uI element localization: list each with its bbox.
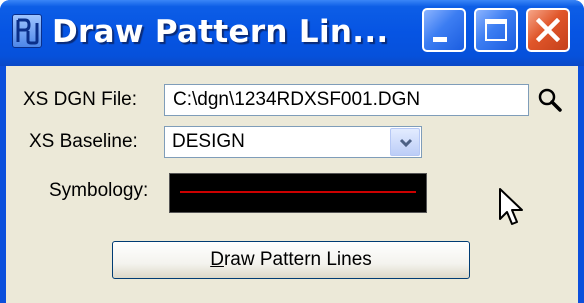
minimize-icon xyxy=(433,37,447,42)
window-title: Draw Pattern Lin... xyxy=(52,14,389,50)
minimize-button[interactable] xyxy=(422,8,466,52)
dropdown-button[interactable] xyxy=(390,128,420,156)
xs-baseline-select[interactable]: DESIGN xyxy=(164,126,422,158)
chevron-down-icon xyxy=(399,138,413,148)
button-accelerator: D xyxy=(210,249,224,270)
close-icon xyxy=(536,18,560,42)
xs-baseline-label: XS Baseline: xyxy=(29,131,138,152)
app-icon xyxy=(12,14,42,48)
maximize-button[interactable] xyxy=(474,8,518,52)
xs-dgn-file-label: XS DGN File: xyxy=(23,89,138,110)
symbology-line-preview xyxy=(180,191,416,193)
search-icon xyxy=(538,88,562,112)
dialog-window: Draw Pattern Lin... XS DGN File: XS Base… xyxy=(0,0,584,303)
mouse-pointer-icon xyxy=(499,188,523,225)
xs-dgn-file-input[interactable] xyxy=(164,84,529,116)
draw-pattern-lines-button[interactable]: Draw Pattern Lines xyxy=(112,241,470,279)
button-label: raw Pattern Lines xyxy=(223,249,372,270)
close-button[interactable] xyxy=(526,8,570,52)
dialog-body: XS DGN File: XS Baseline: DESIGN Symbolo… xyxy=(6,66,578,303)
maximize-icon xyxy=(485,19,507,41)
xs-baseline-value: DESIGN xyxy=(172,131,245,152)
browse-button[interactable] xyxy=(536,86,564,114)
title-bar[interactable]: Draw Pattern Lin... xyxy=(0,0,584,66)
symbology-swatch[interactable] xyxy=(169,173,427,213)
symbology-label: Symbology: xyxy=(49,180,149,201)
